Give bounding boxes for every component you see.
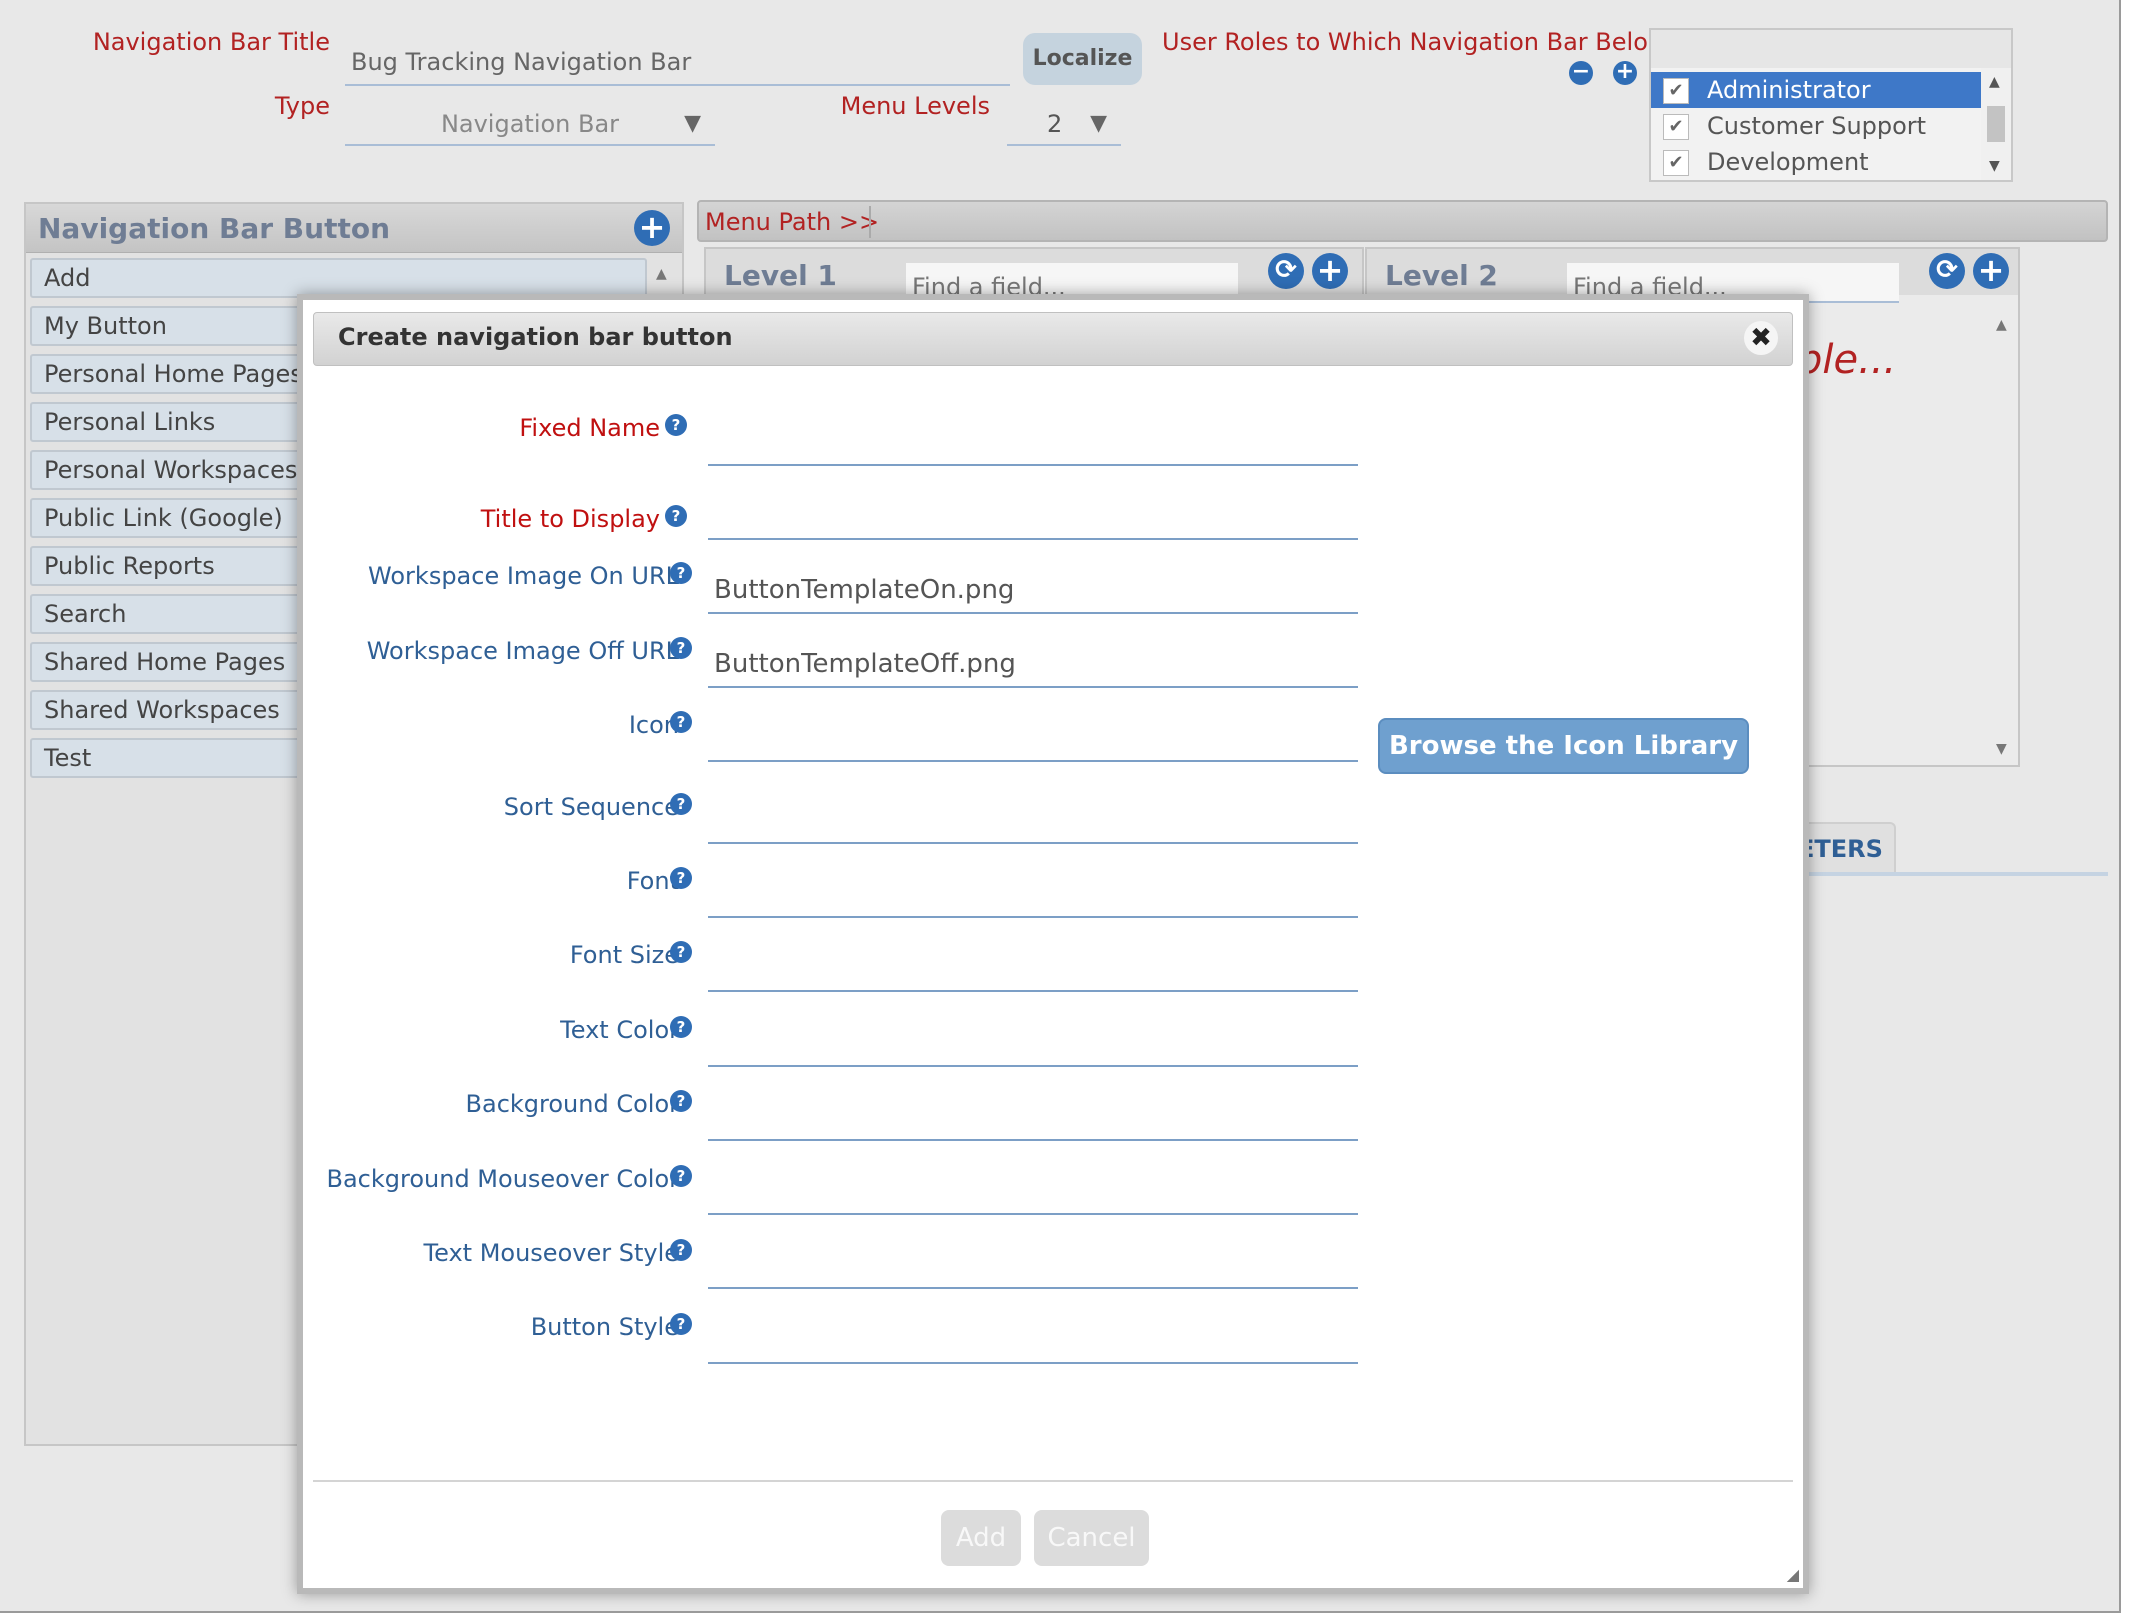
help-icon[interactable]: ? bbox=[665, 414, 687, 436]
minus-circle-icon[interactable]: − bbox=[1569, 61, 1593, 85]
dialog-title: Create navigation bar button bbox=[338, 323, 733, 351]
close-icon[interactable]: ✖ bbox=[1744, 321, 1778, 355]
scroll-up-icon[interactable]: ▲ bbox=[656, 266, 667, 282]
nav-title-input[interactable] bbox=[345, 40, 1010, 86]
text-mouseover-style-label: Text Mouseover Style bbox=[423, 1239, 679, 1267]
help-icon[interactable]: ? bbox=[670, 1016, 692, 1038]
menu-path-bar: Menu Path >> bbox=[697, 200, 2108, 242]
help-icon[interactable]: ? bbox=[670, 1090, 692, 1112]
roles-listbox-header bbox=[1651, 30, 2011, 68]
tab-parameters[interactable]: ETERS bbox=[1796, 822, 1896, 872]
dialog-footer-divider bbox=[313, 1480, 1793, 1482]
panel-header: Navigation Bar Button + bbox=[26, 204, 682, 253]
level-header: Level 2 Find a field... ⟳ + bbox=[1367, 249, 2018, 303]
menu-levels-value: 2 bbox=[1047, 110, 1063, 138]
sort-sequence-field[interactable] bbox=[708, 798, 1358, 844]
localize-button[interactable]: Localize bbox=[1023, 33, 1142, 85]
font-size-label: Font Size bbox=[569, 941, 679, 969]
icon-field[interactable] bbox=[708, 716, 1358, 762]
roles-label: User Roles to Which Navigation Bar Belon… bbox=[1162, 28, 1691, 56]
type-select[interactable]: Navigation Bar ▼ bbox=[345, 102, 715, 146]
help-icon[interactable]: ? bbox=[670, 1239, 692, 1261]
scroll-up-icon[interactable]: ▲ bbox=[1996, 317, 2007, 333]
workspace-image-off-label: Workspace Image Off URL bbox=[366, 637, 679, 665]
fixed-name-label: Fixed Name bbox=[519, 414, 660, 442]
role-label: Administrator bbox=[1707, 76, 1871, 104]
dialog-header: Create navigation bar button ✖ bbox=[313, 312, 1793, 366]
type-label: Type bbox=[274, 92, 330, 120]
refresh-icon[interactable]: ⟳ bbox=[1929, 253, 1965, 289]
help-icon[interactable]: ? bbox=[670, 1313, 692, 1335]
scroll-down-icon[interactable]: ▼ bbox=[1996, 741, 2007, 757]
role-label: Development Engineer bbox=[1707, 148, 1869, 176]
background-color-field[interactable] bbox=[708, 1095, 1358, 1141]
help-icon[interactable]: ? bbox=[670, 637, 692, 659]
button-style-field[interactable] bbox=[708, 1318, 1358, 1364]
menu-levels-select[interactable]: 2 ▼ bbox=[1007, 102, 1121, 146]
resize-grip-icon[interactable]: ◢ bbox=[1787, 1565, 1799, 1584]
help-icon[interactable]: ? bbox=[670, 793, 692, 815]
fixed-name-field[interactable] bbox=[708, 420, 1358, 466]
cancel-button[interactable]: Cancel bbox=[1034, 1510, 1149, 1566]
add-button[interactable]: Add bbox=[941, 1510, 1021, 1566]
scrollbar-thumb[interactable] bbox=[1987, 106, 2005, 142]
plus-circle-icon[interactable]: + bbox=[634, 210, 670, 246]
refresh-icon[interactable]: ⟳ bbox=[1268, 253, 1304, 289]
roles-scrollbar[interactable]: ▲ ▼ bbox=[1981, 68, 2011, 180]
help-icon[interactable]: ? bbox=[665, 505, 687, 527]
scroll-up-icon[interactable]: ▲ bbox=[1989, 74, 2000, 90]
checkbox-icon[interactable]: ✔ bbox=[1663, 114, 1689, 140]
page-background: Navigation Bar Title Localize Type Navig… bbox=[0, 0, 2121, 1613]
browse-icon-library-button[interactable]: Browse the Icon Library bbox=[1378, 718, 1749, 774]
background-mouseover-color-label: Background Mouseover Color bbox=[326, 1165, 680, 1193]
level-title: Level 2 bbox=[1385, 259, 1498, 292]
roles-listbox[interactable]: ✔ Administrator ✔ Customer Support ✔ Dev… bbox=[1649, 28, 2013, 182]
workspace-image-on-field[interactable] bbox=[708, 568, 1358, 614]
workspace-image-on-label: Workspace Image On URL bbox=[368, 562, 679, 590]
help-icon[interactable]: ? bbox=[670, 867, 692, 889]
background-mouseover-color-field[interactable] bbox=[708, 1169, 1358, 1215]
level-header: Level 1 Find a field... ⟳ + bbox=[706, 249, 1362, 303]
font-field[interactable] bbox=[708, 872, 1358, 918]
title-to-display-field[interactable] bbox=[708, 494, 1358, 540]
divider bbox=[869, 206, 871, 238]
text-mouseover-style-field[interactable] bbox=[708, 1243, 1358, 1289]
dropdown-arrow-icon: ▼ bbox=[684, 111, 701, 136]
role-label: Customer Support bbox=[1707, 112, 1927, 140]
workspace-image-off-field[interactable] bbox=[708, 642, 1358, 688]
dropdown-arrow-icon: ▼ bbox=[1090, 111, 1107, 136]
create-nav-button-dialog: Create navigation bar button ✖ Fixed Nam… bbox=[297, 294, 1809, 1594]
help-icon[interactable]: ? bbox=[670, 1165, 692, 1187]
background-color-label: Background Color bbox=[465, 1090, 679, 1118]
level-scrollbar[interactable]: ▲ ▼ bbox=[1988, 309, 2018, 765]
sort-sequence-label: Sort Sequence bbox=[503, 793, 679, 821]
help-icon[interactable]: ? bbox=[670, 711, 692, 733]
list-item[interactable]: Add bbox=[30, 258, 647, 298]
type-select-value: Navigation Bar bbox=[440, 110, 620, 138]
level-hint-text: ble... bbox=[1797, 337, 1897, 383]
checkbox-icon[interactable]: ✔ bbox=[1663, 78, 1689, 104]
plus-circle-icon[interactable]: + bbox=[1613, 61, 1637, 85]
button-style-label: Button Style bbox=[530, 1313, 679, 1341]
menu-levels-label: Menu Levels bbox=[840, 92, 990, 120]
text-color-field[interactable] bbox=[708, 1021, 1358, 1067]
panel-title: Navigation Bar Button bbox=[38, 212, 391, 245]
help-icon[interactable]: ? bbox=[670, 562, 692, 584]
role-option[interactable]: ✔ Development Engineer bbox=[1651, 144, 1981, 180]
scroll-down-icon[interactable]: ▼ bbox=[1989, 158, 2000, 174]
text-color-label: Text Color bbox=[560, 1016, 679, 1044]
role-option[interactable]: ✔ Customer Support bbox=[1651, 108, 1981, 144]
plus-circle-icon[interactable]: + bbox=[1312, 253, 1348, 289]
menu-path-label: Menu Path >> bbox=[705, 208, 880, 236]
level-title: Level 1 bbox=[724, 259, 837, 292]
title-to-display-label: Title to Display bbox=[480, 505, 660, 533]
role-option[interactable]: ✔ Administrator bbox=[1651, 72, 1981, 108]
checkbox-icon[interactable]: ✔ bbox=[1663, 150, 1689, 176]
tab-underline bbox=[1796, 872, 2108, 876]
help-icon[interactable]: ? bbox=[670, 941, 692, 963]
plus-circle-icon[interactable]: + bbox=[1973, 253, 2009, 289]
nav-title-label: Navigation Bar Title bbox=[92, 28, 330, 56]
font-size-field[interactable] bbox=[708, 946, 1358, 992]
